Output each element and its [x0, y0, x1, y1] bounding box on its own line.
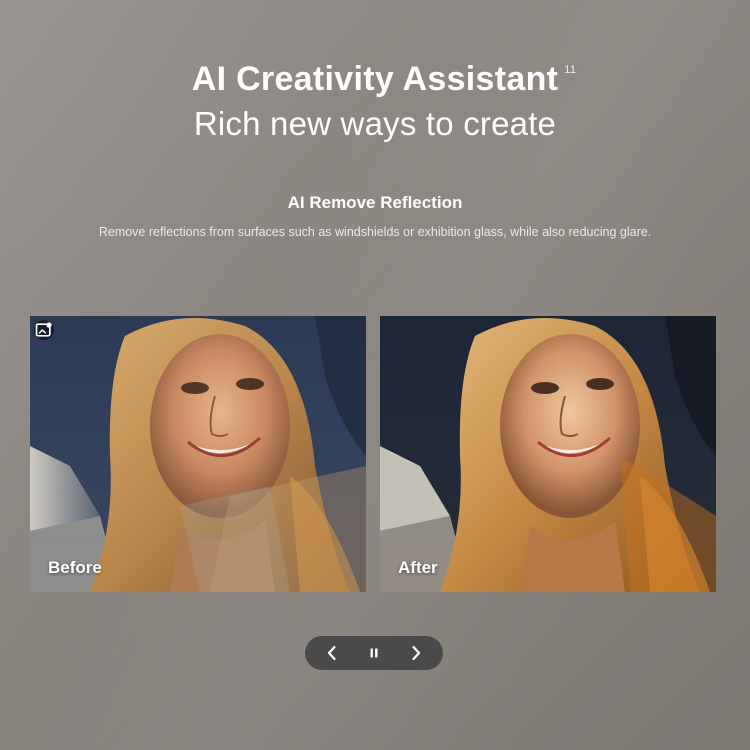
- pause-button[interactable]: [358, 638, 390, 668]
- feature-title: AI Remove Reflection: [287, 193, 463, 212]
- ai-image-icon: [34, 320, 54, 340]
- page-heading: AI Creativity Assistant 11 Rich new ways…: [0, 60, 750, 143]
- page-title-text: AI Creativity Assistant: [191, 60, 559, 98]
- before-label: Before: [48, 558, 102, 577]
- next-button[interactable]: [400, 638, 432, 668]
- footnote-marker: 11: [564, 64, 577, 76]
- page-title: AI Creativity Assistant 11: [191, 60, 576, 99]
- chevron-right-icon: [412, 645, 421, 661]
- previous-button[interactable]: [316, 638, 348, 668]
- before-photo-image: [30, 316, 366, 592]
- feature-description: Remove reflections from surfaces such as…: [98, 225, 652, 239]
- pause-icon: [370, 648, 378, 658]
- page-subtitle: Rich new ways to create: [193, 105, 557, 142]
- after-photo-image: [380, 316, 716, 592]
- before-photo: Before: [30, 316, 366, 592]
- carousel-controls: [305, 636, 443, 670]
- chevron-left-icon: [327, 645, 336, 661]
- after-label: After: [398, 558, 438, 577]
- ai-image-glyph: [35, 322, 52, 337]
- after-photo: After: [380, 316, 716, 592]
